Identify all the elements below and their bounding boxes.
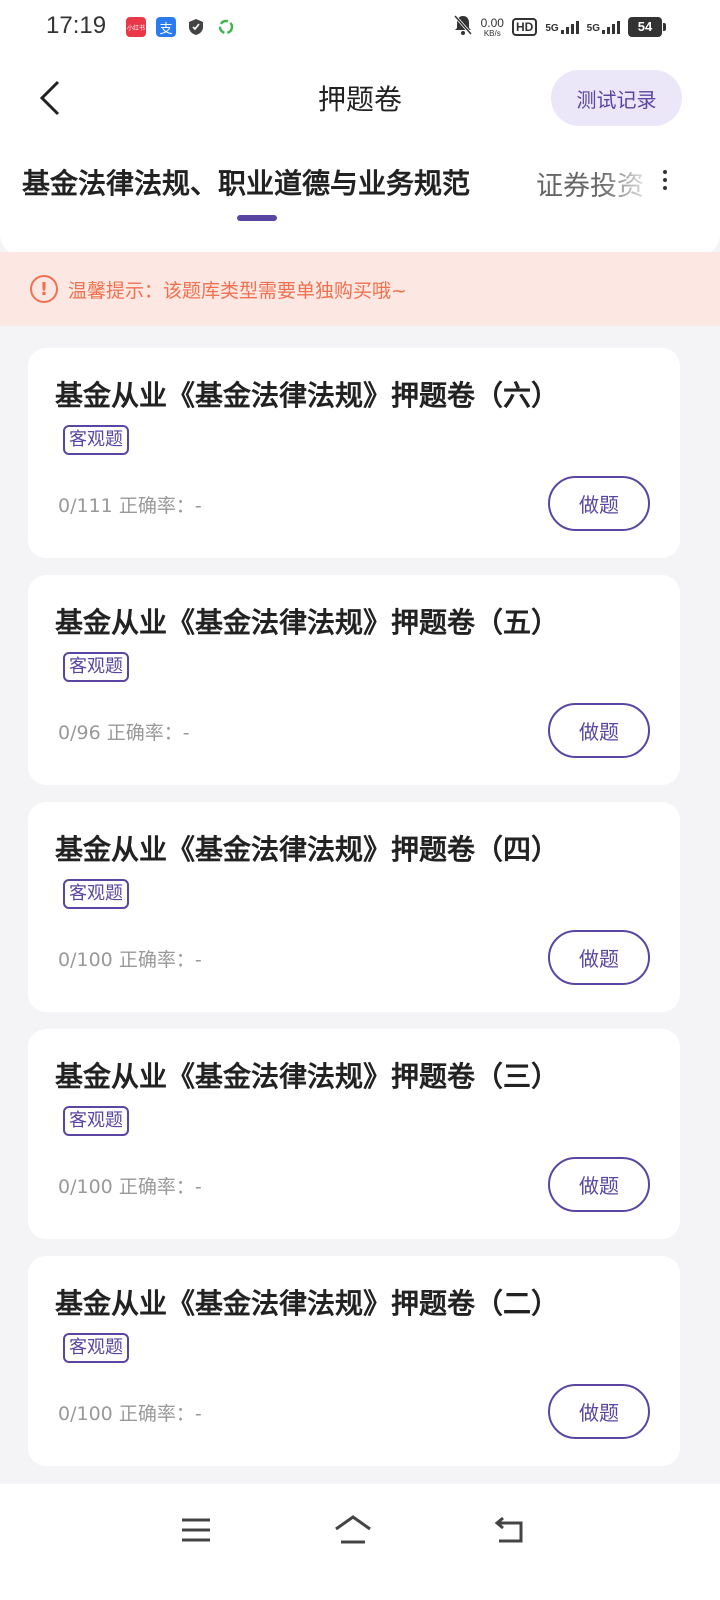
more-icon[interactable]	[655, 170, 675, 200]
signal-2-label: 5G	[586, 22, 600, 34]
paper-accuracy: 正确率：-	[118, 1176, 202, 1198]
paper-title: 基金从业《基金法律法规》押题卷（三）	[55, 1060, 560, 1093]
paper-progress: 0/100	[58, 1176, 113, 1198]
paper-type-tag: 客观题	[63, 425, 129, 455]
do-questions-button[interactable]: 做题	[548, 703, 650, 758]
paper-card[interactable]: 基金从业《基金法律法规》押题卷（三） 客观题 0/100 正确率：- 做题	[28, 1029, 680, 1239]
do-questions-button[interactable]: 做题	[548, 1157, 650, 1212]
do-questions-button[interactable]: 做题	[548, 476, 650, 531]
paper-stats: 0/100 正确率：-	[58, 1399, 202, 1426]
tab-fund-law[interactable]: 基金法律法规、职业道德与业务规范	[22, 162, 470, 202]
paper-accuracy: 正确率：-	[118, 495, 202, 517]
paper-progress: 0/111	[58, 495, 113, 517]
paper-title: 基金从业《基金法律法规》押题卷（六）	[55, 379, 560, 412]
paper-accuracy: 正确率：-	[118, 1403, 202, 1425]
alert-icon: !	[30, 275, 58, 303]
status-app-icons: 小红书 支	[126, 17, 236, 37]
bell-off-icon	[453, 14, 473, 40]
paper-type-tag: 客观题	[63, 1106, 129, 1136]
signal-1: 5G	[545, 20, 579, 34]
paper-progress: 0/96	[58, 722, 101, 744]
paper-type-tag: 客观题	[63, 652, 129, 682]
status-time: 17:19	[46, 12, 107, 39]
paper-title: 基金从业《基金法律法规》押题卷（四）	[55, 833, 560, 866]
signal-2: 5G	[586, 20, 620, 34]
header: 押题卷 测试记录	[0, 56, 720, 140]
top-area: 17:19 小红书 支 0.00 KB/s HD 5G 5G 54 押题卷 测试…	[0, 0, 720, 256]
paper-card[interactable]: 基金从业《基金法律法规》押题卷（六） 客观题 0/111 正确率：- 做题	[28, 348, 680, 558]
back-icon[interactable]	[490, 1510, 530, 1550]
network-speed: 0.00 KB/s	[481, 17, 504, 38]
alipay-icon: 支	[156, 17, 176, 37]
paper-accuracy: 正确率：-	[118, 949, 202, 971]
paper-list: 基金从业《基金法律法规》押题卷（六） 客观题 0/111 正确率：- 做题 基金…	[28, 348, 680, 1483]
home-icon[interactable]	[333, 1510, 373, 1550]
menu-icon[interactable]	[176, 1510, 216, 1550]
battery-icon: 54	[628, 17, 666, 37]
paper-type-tag: 客观题	[63, 1333, 129, 1363]
subject-tabs: 基金法律法规、职业道德与业务规范 证券投资	[0, 140, 720, 221]
status-right: 0.00 KB/s HD 5G 5G 54	[453, 14, 666, 40]
network-speed-value: 0.00	[480, 15, 504, 30]
test-record-button[interactable]: 测试记录	[551, 70, 682, 126]
network-speed-unit: KB/s	[483, 28, 501, 38]
paper-accuracy: 正确率：-	[106, 722, 190, 744]
signal-bars-icon	[602, 20, 620, 34]
paper-title: 基金从业《基金法律法规》押题卷（五）	[55, 606, 560, 639]
paper-title: 基金从业《基金法律法规》押题卷（二）	[55, 1287, 560, 1320]
status-bar: 17:19 小红书 支 0.00 KB/s HD 5G 5G 54	[0, 0, 720, 56]
paper-card[interactable]: 基金从业《基金法律法规》押题卷（五） 客观题 0/96 正确率：- 做题	[28, 575, 680, 785]
paper-progress: 0/100	[58, 1403, 113, 1425]
shield-icon	[186, 17, 206, 37]
signal-bars-icon	[560, 20, 579, 34]
recycle-icon	[216, 17, 236, 37]
notice-banner: ! 温馨提示：该题库类型需要单独购买哦~	[0, 252, 720, 326]
system-nav-bar	[0, 1484, 720, 1600]
signal-1-label: 5G	[545, 22, 559, 34]
paper-stats: 0/100 正确率：-	[58, 945, 202, 972]
notice-text: 温馨提示：该题库类型需要单独购买哦~	[68, 279, 407, 302]
paper-card[interactable]: 基金从业《基金法律法规》押题卷（四） 客观题 0/100 正确率：- 做题	[28, 802, 680, 1012]
paper-stats: 0/111 正确率：-	[58, 491, 202, 518]
paper-stats: 0/96 正确率：-	[58, 718, 190, 745]
do-questions-button[interactable]: 做题	[548, 930, 650, 985]
paper-stats: 0/100 正确率：-	[58, 1172, 202, 1199]
paper-progress: 0/100	[58, 949, 113, 971]
tab-active-indicator	[237, 215, 277, 221]
app-red-icon: 小红书	[126, 17, 146, 37]
do-questions-button[interactable]: 做题	[548, 1384, 650, 1439]
hd-icon: HD	[511, 18, 538, 36]
tab-fade-overlay	[600, 160, 656, 210]
paper-card[interactable]: 基金从业《基金法律法规》押题卷（二） 客观题 0/100 正确率：- 做题	[28, 1256, 680, 1466]
paper-type-tag: 客观题	[63, 879, 129, 909]
